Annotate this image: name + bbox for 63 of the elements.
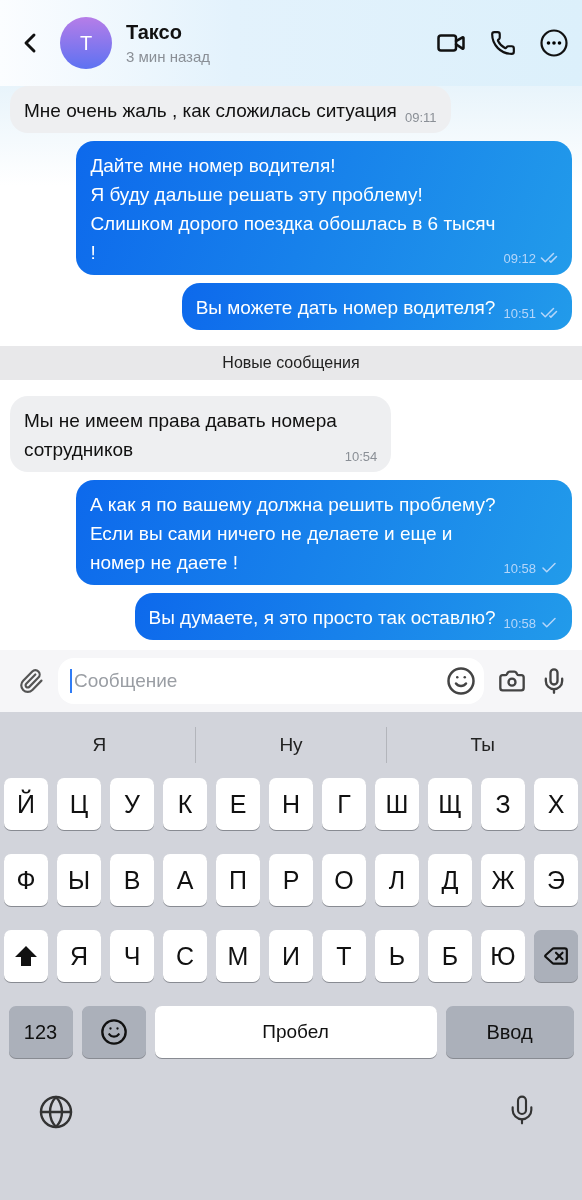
keyboard-key[interactable]: О [322,854,366,906]
keyboard-key[interactable]: Э [534,854,578,906]
keyboard-key[interactable]: Й [4,778,48,830]
keyboard-key[interactable]: Т [322,930,366,982]
keyboard-key[interactable]: И [269,930,313,982]
keyboard-key[interactable]: Е [216,778,260,830]
keyboard-key[interactable]: Ш [375,778,419,830]
keyboard-key[interactable]: Ц [57,778,101,830]
word-suggestion[interactable]: Ну [194,727,387,763]
smiley-icon[interactable] [446,666,476,696]
word-suggestion[interactable]: Ты [386,727,578,763]
phone-icon[interactable] [490,30,516,56]
keyboard-key[interactable]: С [163,930,207,982]
up-arrow-icon[interactable] [14,945,38,967]
keyboard-key[interactable]: Ь [375,930,419,982]
backspace-key[interactable] [534,930,578,982]
keyboard-key[interactable]: М [216,930,260,982]
paperclip-icon[interactable] [18,668,44,694]
message-text: Вы можете дать номер водителя? [195,296,496,320]
globe-icon[interactable] [38,1094,74,1130]
message-text: А как я по вашему должна решить проблему? Если вы сами ничего не делаете и еще и номер не даете ! [89,493,496,575]
message-text: Дайте мне номер водителя! Я буду дальше решать эту проблему! Слишком дорого поездка обошлась в 6 тысяч ! [90,154,496,265]
shift-key[interactable] [4,930,48,982]
last-seen-status: 3 мин назад [126,48,212,65]
keyboard-key[interactable]: К [163,778,207,830]
keyboard-key[interactable]: Х [534,778,578,830]
keyboard-key[interactable]: Л [375,854,419,906]
keyboard-key[interactable]: Ж [481,854,525,906]
message-time: 10:58 [503,560,536,576]
keyboard-key[interactable]: Б [428,930,472,982]
message-time: 09:12 [503,250,536,266]
message-time: 09:11 [404,110,437,125]
smiley-icon[interactable] [99,1018,128,1046]
keyboard-key[interactable]: Ф [4,854,48,906]
more-icon[interactable] [540,29,568,57]
keyboard-key[interactable]: Ы [57,854,101,906]
keyboard-key[interactable]: З [481,778,525,830]
emoji-key[interactable] [81,1006,146,1058]
message-input-field[interactable]: Сообщение [58,658,484,704]
message-time: 10:51 [503,305,536,321]
keyboard-key[interactable]: П [216,854,260,906]
keyboard-key[interactable]: Р [269,854,313,906]
message-time: 10:58 [503,615,536,631]
keyboard-key[interactable]: Я [57,930,101,982]
message-text: Мы не имеем права давать номера сотрудников [24,409,337,462]
message-text: Мне очень жаль , как сложилась ситуация [24,99,397,123]
message-text: Вы думаете, я это просто так оставлю? [148,606,496,630]
space-key[interactable]: Пробел [154,1006,437,1058]
message-time: 10:54 [344,449,378,464]
keyboard-key[interactable]: Ю [481,930,525,982]
keyboard-key[interactable]: Щ [428,778,472,830]
contact-name: Таксо [126,21,183,44]
keyboard-key[interactable]: Ч [110,930,154,982]
keyboard-key[interactable]: Ввод [445,1006,574,1058]
keyboard-key[interactable]: В [110,854,154,906]
avatar: Т [60,17,112,69]
keyboard-key[interactable]: Н [269,778,313,830]
keyboard-key[interactable]: Г [322,778,366,830]
word-suggestion[interactable]: Я [4,727,195,763]
keyboard-key[interactable]: 123 [8,1006,73,1058]
keyboard-key[interactable]: А [163,854,207,906]
keyboard-key[interactable]: У [110,778,154,830]
keyboard-key[interactable]: Д [428,854,472,906]
